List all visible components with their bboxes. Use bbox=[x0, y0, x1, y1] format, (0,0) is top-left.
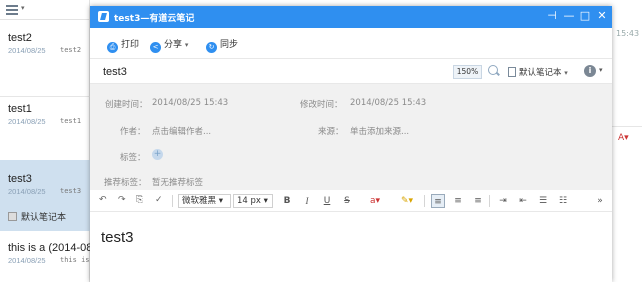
align-left-icon[interactable]: ≡ bbox=[431, 194, 445, 208]
note-name-bar: 150% 默认笔记本 ▾ i ▾ bbox=[90, 58, 612, 84]
sync-button[interactable]: ↻ 同步 bbox=[206, 37, 238, 53]
bold-button[interactable]: B bbox=[280, 194, 294, 208]
tags-label: 标签： bbox=[120, 153, 146, 163]
title-bar[interactable]: test3—有道云笔记 ⊣ — □ ✕ bbox=[90, 6, 612, 28]
note-title: test1 bbox=[8, 103, 32, 115]
check-icon[interactable]: ✓ bbox=[155, 195, 163, 205]
strikethrough-button[interactable]: S bbox=[340, 194, 354, 208]
chevron-down-icon: ▾ bbox=[564, 69, 568, 77]
note-date: 2014/08/25 bbox=[8, 187, 46, 196]
divider bbox=[424, 195, 425, 207]
highlight-color-icon[interactable]: ✎▾ bbox=[397, 194, 417, 208]
close-button[interactable]: ✕ bbox=[595, 9, 609, 23]
source-label: 来源： bbox=[318, 127, 344, 137]
note-preview: this is bbox=[60, 256, 90, 264]
note-preview: test2 bbox=[60, 46, 82, 54]
align-right-icon[interactable]: ≡ bbox=[471, 194, 485, 208]
note-date: 2014/08/25 bbox=[8, 46, 46, 55]
note-metadata-panel: 创建时间： 2014/08/25 15:43 修改时间： 2014/08/25 … bbox=[90, 84, 612, 190]
redo-icon[interactable]: ↷ bbox=[118, 195, 126, 205]
note-preview: test3 bbox=[60, 187, 82, 195]
add-tag-icon[interactable]: + bbox=[152, 149, 163, 160]
pin-icon[interactable]: ⊣ bbox=[545, 9, 559, 23]
notebook-select[interactable]: 默认笔记本 ▾ bbox=[508, 66, 568, 78]
chevron-down-icon[interactable]: ▾ bbox=[21, 4, 25, 12]
notebook-tag: 默认笔记本 bbox=[8, 210, 66, 223]
font-color-icon[interactable]: a▾ bbox=[365, 194, 385, 208]
created-label: 创建时间： bbox=[105, 100, 148, 110]
modified-value: 2014/08/25 15:43 bbox=[350, 98, 427, 108]
print-icon: ⎙ bbox=[107, 42, 118, 53]
numbered-list-icon[interactable]: ☷ bbox=[556, 194, 570, 208]
source-field[interactable]: 单击添加来源... bbox=[350, 125, 409, 137]
info-icon[interactable]: i bbox=[584, 65, 596, 77]
indent-icon[interactable]: ⇥ bbox=[496, 194, 510, 208]
sync-icon: ↻ bbox=[206, 42, 217, 53]
list-item-selected[interactable]: test3 2014/08/25 test3 默认笔记本 bbox=[0, 160, 90, 231]
format-painter-icon[interactable]: ⎘ bbox=[136, 195, 143, 205]
notebook-icon bbox=[508, 67, 516, 77]
bullet-list-icon[interactable]: ☰ bbox=[536, 194, 550, 208]
note-title: this is a (2014-08 bbox=[8, 242, 93, 254]
author-field[interactable]: 点击编辑作者... bbox=[152, 125, 211, 137]
notebook-label: 默认笔记本 bbox=[519, 68, 562, 78]
sync-label: 同步 bbox=[220, 40, 239, 50]
text-color-icon[interactable]: A▾ bbox=[618, 133, 629, 143]
font-size-select[interactable]: 14 px ▾ bbox=[233, 194, 273, 208]
font-family-value: 微软雅黑 bbox=[182, 196, 217, 206]
notebook-label: 默认笔记本 bbox=[21, 213, 67, 223]
window-title: test3—有道云笔记 bbox=[114, 14, 195, 24]
recommended-tags-label: 推荐标签： bbox=[104, 178, 147, 188]
note-title-input[interactable] bbox=[103, 64, 433, 80]
recommended-tags-value: 暂无推荐标签 bbox=[152, 178, 204, 188]
chevron-down-icon: ▾ bbox=[184, 41, 189, 49]
list-item[interactable]: this is a (2014-08 2014/08/25 this is bbox=[0, 231, 93, 282]
modified-label: 修改时间： bbox=[300, 100, 343, 110]
notebook-icon bbox=[8, 212, 17, 221]
chevron-down-icon[interactable]: ▾ bbox=[599, 66, 603, 74]
minimize-button[interactable]: — bbox=[562, 9, 576, 23]
font-family-select[interactable]: 微软雅黑 ▾ bbox=[178, 194, 231, 208]
share-button[interactable]: < 分享 ▾ bbox=[150, 37, 188, 53]
undo-icon[interactable]: ↶ bbox=[99, 195, 107, 205]
list-view-icon[interactable] bbox=[6, 5, 18, 15]
youdao-note-icon bbox=[98, 11, 109, 22]
list-toolbar: ▾ bbox=[0, 0, 90, 20]
action-toolbar: ⎙ 打印 < 分享 ▾ ↻ 同步 bbox=[90, 28, 612, 58]
note-preview: test1 bbox=[60, 117, 82, 125]
background-editor-edge: 15:43 A▾ bbox=[612, 0, 642, 282]
list-item[interactable]: test2 2014/08/25 test2 bbox=[0, 20, 90, 96]
created-value: 2014/08/25 15:43 bbox=[152, 98, 229, 108]
modified-time: 15:43 bbox=[616, 29, 640, 38]
note-date: 2014/08/25 bbox=[8, 256, 46, 265]
author-label: 作者： bbox=[120, 127, 146, 137]
list-item[interactable]: test1 2014/08/25 test1 bbox=[0, 97, 90, 160]
note-content[interactable]: test3 bbox=[101, 229, 134, 246]
italic-button[interactable]: I bbox=[300, 194, 314, 208]
share-icon: < bbox=[150, 42, 161, 53]
search-icon[interactable] bbox=[488, 65, 498, 75]
outdent-icon[interactable]: ⇤ bbox=[516, 194, 530, 208]
align-center-icon[interactable]: ≡ bbox=[451, 194, 465, 208]
note-date: 2014/08/25 bbox=[8, 117, 46, 126]
note-title: test2 bbox=[8, 32, 32, 44]
underline-button[interactable]: U bbox=[320, 194, 334, 208]
format-toolbar: ↶ ↷ ⎘ ✓ 微软雅黑 ▾ 14 px ▾ B I U S a▾ ✎▾ ≡ ≡… bbox=[90, 190, 612, 212]
share-label: 分享 bbox=[164, 40, 183, 50]
note-title: test3 bbox=[8, 173, 32, 185]
note-editor[interactable]: test3 bbox=[90, 213, 612, 282]
note-list-panel: ▾ test2 2014/08/25 test2 test1 2014/08/2… bbox=[0, 0, 93, 282]
print-label: 打印 bbox=[121, 40, 140, 50]
divider bbox=[489, 195, 490, 207]
zoom-level-button[interactable]: 150% bbox=[453, 65, 482, 79]
more-options-icon[interactable]: » bbox=[593, 194, 607, 208]
maximize-button[interactable]: □ bbox=[578, 9, 592, 23]
font-size-value: 14 px bbox=[237, 196, 261, 206]
note-window: test3—有道云笔记 ⊣ — □ ✕ ⎙打印 <分享 ▾ ↻同步 150% 默… bbox=[90, 6, 612, 282]
print-button[interactable]: ⎙ 打印 bbox=[107, 37, 139, 53]
divider bbox=[612, 126, 642, 127]
desktop: ▾ test2 2014/08/25 test2 test1 2014/08/2… bbox=[0, 0, 642, 282]
divider bbox=[172, 195, 173, 207]
